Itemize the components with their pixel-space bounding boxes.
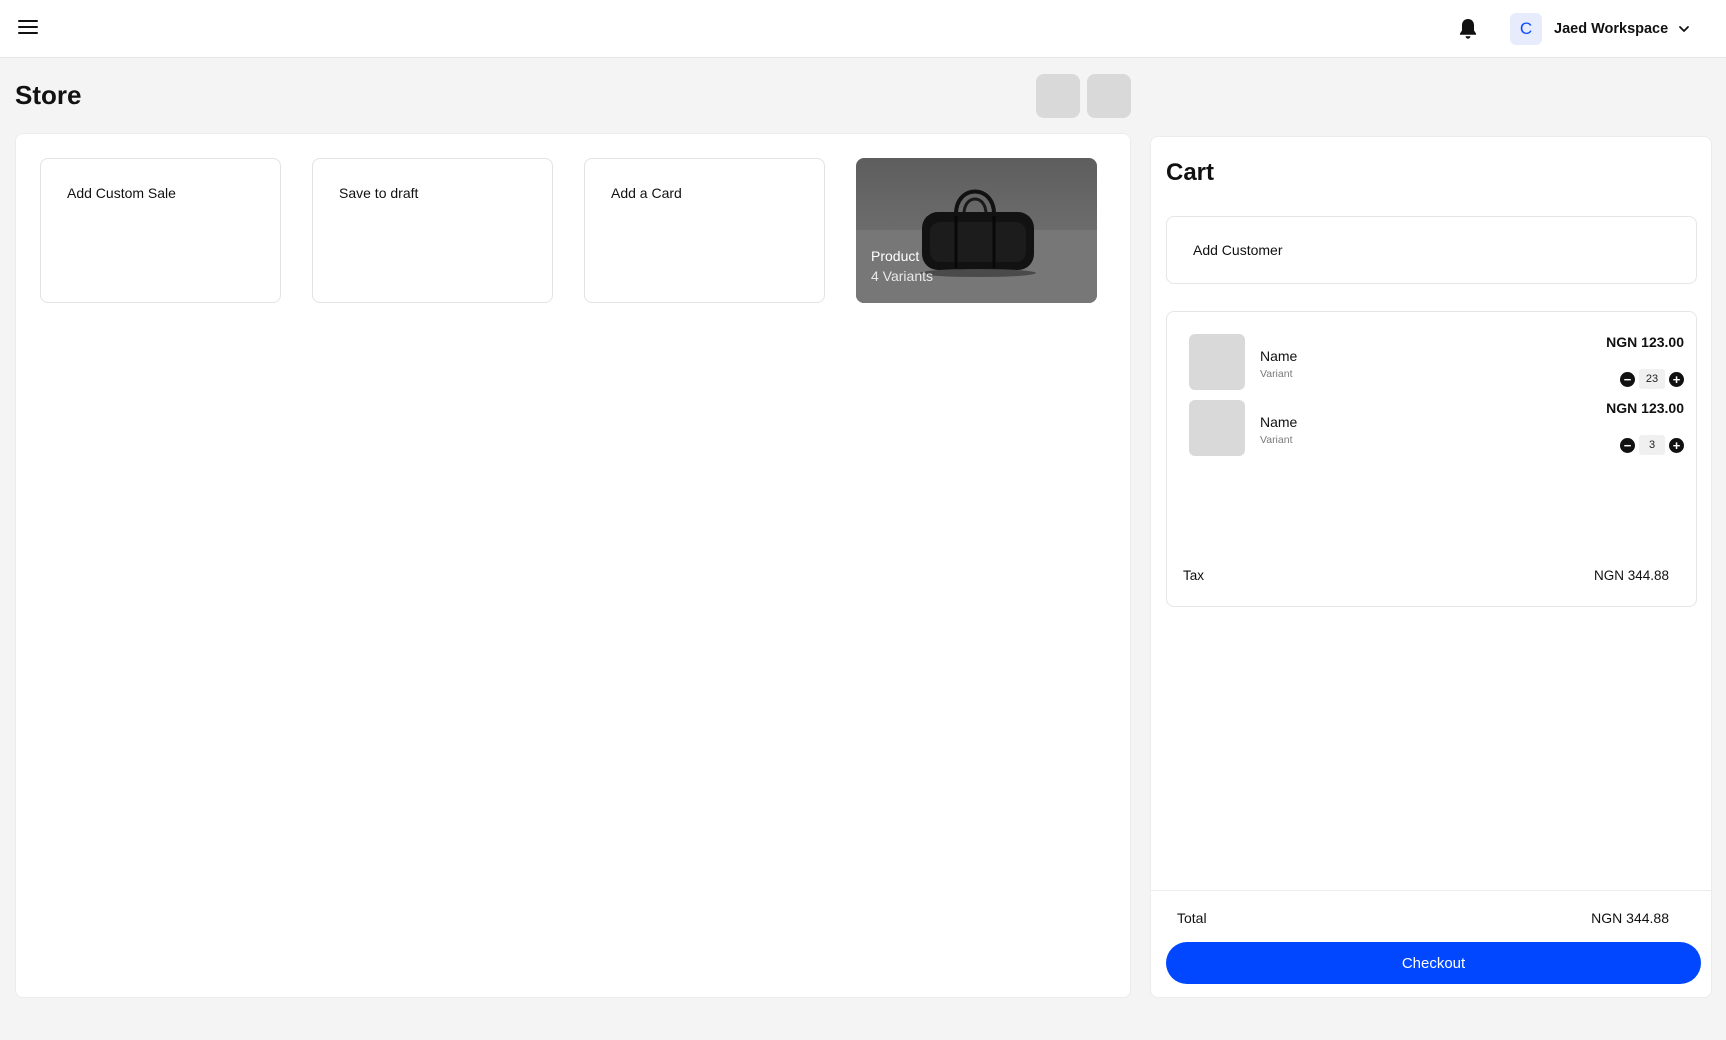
cart-item: Name Variant NGN 123.00 − 3 + <box>1189 400 1684 456</box>
chevron-down-icon <box>1679 26 1690 32</box>
save-to-draft-tile[interactable]: Save to draft <box>312 158 553 303</box>
add-custom-sale-tile[interactable]: Add Custom Sale <box>40 158 281 303</box>
add-customer-label: Add Customer <box>1193 242 1283 258</box>
toolbar-button-1[interactable] <box>1036 74 1080 118</box>
quantity-stepper: − 23 + <box>1620 368 1684 390</box>
tax-value: NGN 344.88 <box>1593 568 1669 583</box>
divider <box>1151 890 1711 891</box>
total-value: NGN 344.88 <box>1591 910 1669 926</box>
bag-image <box>920 189 1036 277</box>
plus-icon[interactable]: + <box>1669 437 1684 453</box>
quantity-value[interactable]: 23 <box>1639 369 1665 389</box>
item-variant: Variant <box>1260 368 1293 380</box>
minus-icon[interactable]: − <box>1620 437 1635 453</box>
tile-label: Save to draft <box>339 185 419 201</box>
item-name: Name <box>1260 414 1298 430</box>
minus-icon[interactable]: − <box>1620 371 1635 387</box>
avatar: C <box>1510 13 1542 45</box>
product-name: Product <box>871 248 920 264</box>
item-variant: Variant <box>1260 434 1293 446</box>
cart-items: Name Variant NGN 123.00 − 23 + Name Vari… <box>1166 311 1697 607</box>
item-name: Name <box>1260 348 1298 364</box>
add-customer-button[interactable]: Add Customer <box>1166 216 1697 284</box>
menu-icon[interactable] <box>18 20 38 36</box>
item-thumbnail <box>1189 400 1245 456</box>
cart-panel: Cart Add Customer Name Variant NGN 123.0… <box>1150 136 1712 998</box>
cart-title: Cart <box>1166 159 1215 186</box>
item-price: NGN 123.00 <box>1606 334 1684 350</box>
page-title: Store <box>15 80 82 110</box>
tile-label: Add Custom Sale <box>67 185 176 201</box>
tax-label: Tax <box>1183 568 1205 583</box>
store-panel: Add Custom Sale Save to draft Add a Card… <box>15 133 1131 998</box>
workspace-switcher[interactable]: C Jaed Workspace <box>1510 13 1690 45</box>
product-tile[interactable]: Product 4 Variants <box>856 158 1097 303</box>
bell-icon[interactable] <box>1457 17 1479 41</box>
tile-label: Add a Card <box>611 185 682 201</box>
top-bar: C Jaed Workspace <box>0 0 1726 58</box>
item-thumbnail <box>1189 334 1245 390</box>
cart-item: Name Variant NGN 123.00 − 23 + <box>1189 334 1684 390</box>
add-a-card-tile[interactable]: Add a Card <box>584 158 825 303</box>
product-variants: 4 Variants <box>871 268 933 284</box>
toolbar-button-2[interactable] <box>1087 74 1131 118</box>
quantity-value[interactable]: 3 <box>1639 435 1665 455</box>
item-price: NGN 123.00 <box>1606 400 1684 416</box>
checkout-button[interactable]: Checkout <box>1166 942 1701 984</box>
quantity-stepper: − 3 + <box>1620 434 1684 456</box>
workspace-name: Jaed Workspace <box>1554 21 1669 37</box>
plus-icon[interactable]: + <box>1669 371 1684 387</box>
total-label: Total <box>1177 910 1207 926</box>
